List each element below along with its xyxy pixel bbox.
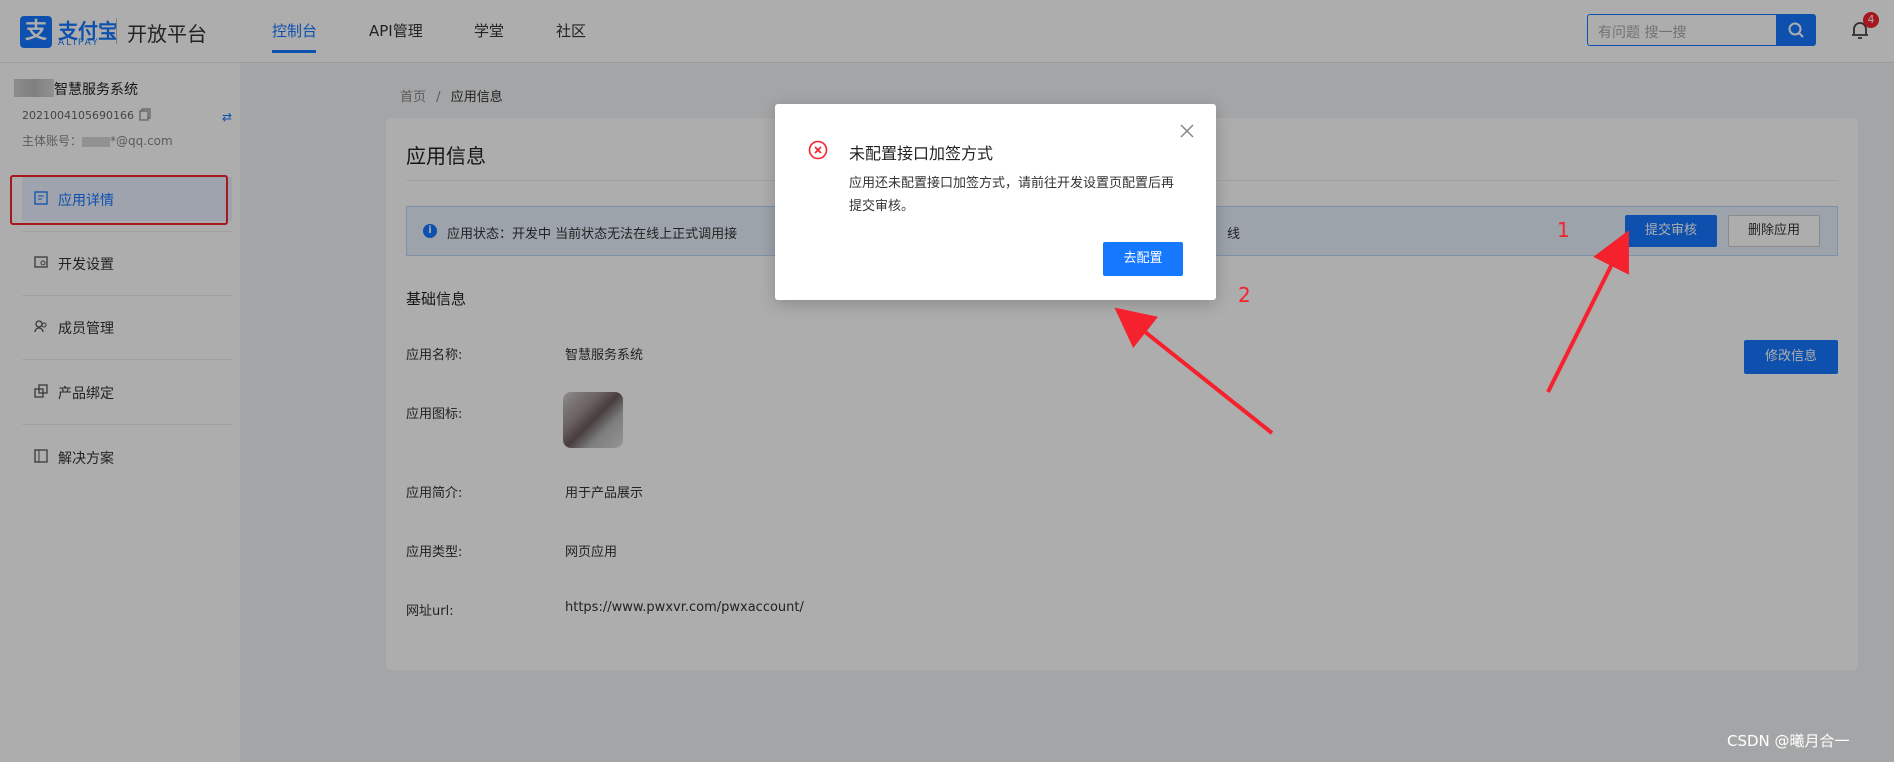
arrow-to-submit-button (1546, 230, 1629, 393)
annotation-step-1: 1 (1557, 218, 1570, 242)
watermark: CSDN @曦月合一 (1727, 732, 1850, 750)
annotation-step-2: 2 (1238, 283, 1251, 307)
annotation-arrows (1114, 230, 1629, 435)
arrow-to-dialog (1114, 307, 1274, 435)
